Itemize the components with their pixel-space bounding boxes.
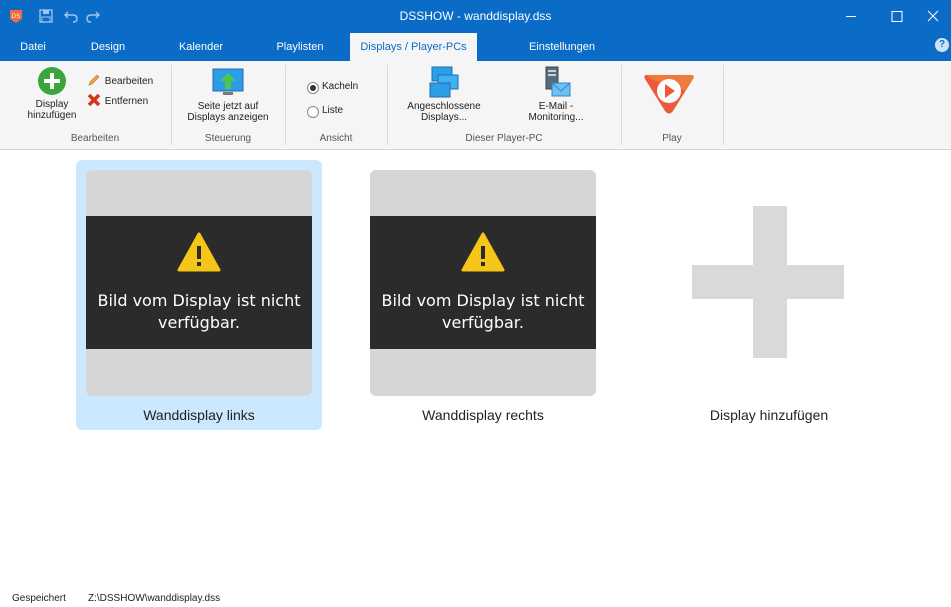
- tab-datei[interactable]: Datei: [8, 33, 58, 61]
- unavailable-message-line-2: verfügbar.: [158, 313, 240, 332]
- ribbon-separator: [723, 65, 724, 145]
- warning-icon: [461, 232, 505, 272]
- add-display-tile-label: Display hinzufügen: [709, 407, 829, 423]
- help-icon[interactable]: ?: [935, 38, 949, 52]
- group-label-play: Play: [662, 133, 682, 144]
- add-circle-icon: [38, 67, 66, 95]
- title-bar: DS DSSHOW - wanddisplay.dss: [0, 0, 951, 33]
- display-name: Wanddisplay links: [143, 407, 255, 423]
- add-display-button[interactable]: Display hinzufügen: [18, 65, 86, 121]
- radio-selected-dot: [310, 85, 316, 91]
- group-label-ansicht: Ansicht: [319, 133, 353, 144]
- group-label-dieser-player-pc: Dieser Player-PC: [465, 133, 543, 144]
- display-upload-icon: [212, 68, 244, 95]
- add-display-tile[interactable]: Display hinzufügen: [646, 160, 892, 430]
- pencil-icon: [88, 74, 100, 86]
- connected-displays-icon: [429, 66, 459, 98]
- group-label-bearbeiten: Bearbeiten: [70, 133, 120, 144]
- tab-einstellungen[interactable]: Einstellungen: [516, 33, 608, 61]
- email-monitoring-icon: [545, 66, 571, 97]
- unavailable-message-line-1: Bild vom Display ist nicht: [97, 291, 301, 310]
- tab-displays-player-pcs[interactable]: Displays / Player-PCs: [350, 33, 477, 61]
- tab-playlisten[interactable]: Playlisten: [262, 33, 338, 61]
- large-plus-icon: [692, 206, 844, 358]
- ribbon: Display hinzufügen Bearbeiten Entfernen …: [0, 61, 951, 150]
- ribbon-tab-bar: Datei Design Kalender Playlisten Display…: [0, 33, 951, 61]
- save-status: Gespeichert: [12, 593, 66, 604]
- connected-displays-label-1: Angeschlossene: [407, 101, 481, 112]
- edit-label: Bearbeiten: [104, 76, 154, 87]
- unavailable-banner: Bild vom Display ist nicht verfügbar.: [370, 216, 596, 349]
- view-tiles-label[interactable]: Kacheln: [322, 79, 358, 95]
- show-page-label-1: Seite jetzt auf: [197, 101, 259, 112]
- view-list-radio[interactable]: [307, 106, 319, 118]
- close-icon[interactable]: [920, 0, 951, 33]
- unavailable-message-line-1: Bild vom Display ist nicht: [381, 291, 585, 310]
- unavailable-message-line-2: verfügbar.: [442, 313, 524, 332]
- view-list-label[interactable]: Liste: [322, 103, 343, 119]
- window-title: DSSHOW - wanddisplay.dss: [399, 9, 552, 23]
- tab-design[interactable]: Design: [78, 33, 138, 61]
- add-display-label-1: Display: [35, 99, 69, 110]
- remove-label: Entfernen: [104, 96, 149, 107]
- email-monitoring-label-2: Monitoring...: [528, 112, 584, 123]
- view-tiles-radio[interactable]: [307, 82, 319, 94]
- unavailable-message: Bild vom Display ist nicht verfügbar.: [370, 290, 596, 334]
- connected-displays-label-2: Displays...: [420, 112, 468, 123]
- group-label-steuerung: Steuerung: [204, 133, 252, 144]
- display-tile-wanddisplay-links[interactable]: Bild vom Display ist nicht verfügbar. Wa…: [76, 160, 322, 430]
- edit-button[interactable]: Bearbeiten: [86, 72, 153, 88]
- email-monitoring-label-1: E-Mail -: [538, 101, 574, 112]
- add-display-label-2: hinzufügen: [27, 110, 77, 121]
- play-logo-icon: [644, 75, 694, 114]
- status-bar: Gespeichert Z:\DSSHOW\wanddisplay.dss: [0, 592, 951, 607]
- connected-displays-button[interactable]: Angeschlossene Displays...: [404, 65, 484, 123]
- show-page-now-button[interactable]: Seite jetzt auf Displays anzeigen: [176, 67, 280, 123]
- maximize-icon[interactable]: [874, 0, 920, 33]
- display-tile-wanddisplay-rechts[interactable]: Bild vom Display ist nicht verfügbar. Wa…: [360, 160, 606, 430]
- unavailable-banner: Bild vom Display ist nicht verfügbar.: [86, 216, 312, 349]
- email-monitoring-button[interactable]: E-Mail - Monitoring...: [518, 65, 594, 123]
- red-x-icon: [87, 93, 101, 107]
- remove-button[interactable]: Entfernen: [86, 92, 148, 108]
- display-thumbnail: Bild vom Display ist nicht verfügbar.: [86, 170, 312, 396]
- minimize-icon[interactable]: [828, 0, 874, 33]
- unavailable-message: Bild vom Display ist nicht verfügbar.: [86, 290, 312, 334]
- play-button[interactable]: [641, 69, 697, 117]
- warning-icon: [177, 232, 221, 272]
- file-path: Z:\DSSHOW\wanddisplay.dss: [88, 593, 221, 604]
- display-name: Wanddisplay rechts: [422, 407, 544, 423]
- show-page-label-2: Displays anzeigen: [187, 112, 269, 123]
- tab-kalender[interactable]: Kalender: [166, 33, 236, 61]
- display-thumbnail: Bild vom Display ist nicht verfügbar.: [370, 170, 596, 396]
